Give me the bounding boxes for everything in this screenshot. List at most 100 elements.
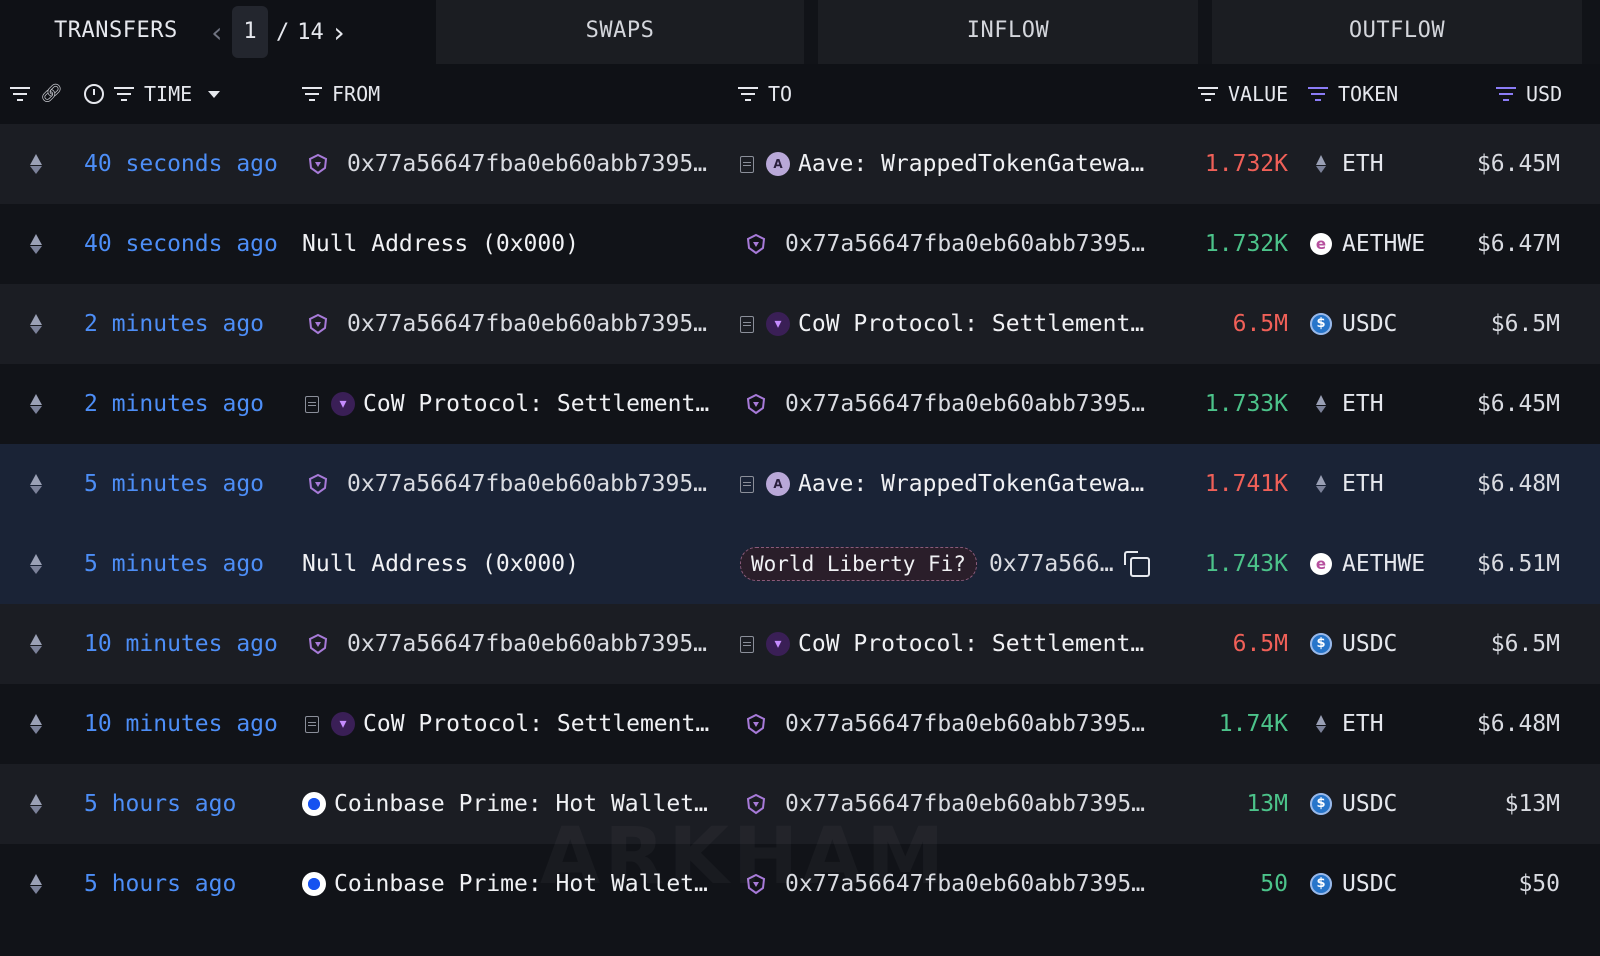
table-row[interactable]: 10 minutes ago 0x77a56647fba0eb60abb7395… <box>0 604 1600 684</box>
from-address[interactable]: 0x77a56647fba0eb60abb7395… <box>307 284 717 364</box>
to-address[interactable]: World Liberty Fi? 0x77a566… <box>740 524 1160 604</box>
table-row[interactable]: 5 minutes ago Null Address (0x000) World… <box>0 524 1600 604</box>
address-avatar-icon <box>745 793 767 815</box>
usdc-token-icon: $ <box>1310 793 1332 815</box>
table-row[interactable]: 10 minutes ago ▾ CoW Protocol: Settlemen… <box>0 684 1600 764</box>
tab-bar: TRANSFERS ‹ 1 / 14 › SWAPS INFLOW OUTFLO… <box>0 0 1600 64</box>
prev-page-icon[interactable]: ‹ <box>202 16 232 49</box>
from-entity[interactable]: ▾ CoW Protocol: Settlement… <box>305 364 715 444</box>
from-filter-icon[interactable] <box>302 87 322 101</box>
table-row[interactable]: 40 seconds ago Null Address (0x000) 0x77… <box>0 204 1600 284</box>
token-cell[interactable]: e AETHWE <box>1310 524 1430 604</box>
eth-token-icon <box>1310 393 1332 415</box>
table-row[interactable]: 2 minutes ago ▾ CoW Protocol: Settlement… <box>0 364 1600 444</box>
usd-column-header[interactable]: USD <box>1526 64 1562 124</box>
usd-filter-icon[interactable] <box>1496 87 1516 101</box>
from-address[interactable]: 0x77a56647fba0eb60abb7395… <box>307 124 717 204</box>
to-address[interactable]: 0x77a56647fba0eb60abb7395… <box>745 684 1155 764</box>
next-page-icon[interactable]: › <box>324 16 354 49</box>
eth-token-icon <box>1310 713 1332 735</box>
eth-token-icon <box>1310 153 1332 175</box>
value-filter-icon[interactable] <box>1198 87 1218 101</box>
link-icon[interactable]: 🔗︎ <box>40 64 63 124</box>
from-entity[interactable]: ▾ CoW Protocol: Settlement… <box>305 684 715 764</box>
table-row[interactable]: 40 seconds ago 0x77a56647fba0eb60abb7395… <box>0 124 1600 204</box>
to-address[interactable]: 0x77a56647fba0eb60abb7395… <box>745 204 1155 284</box>
sort-caret-icon[interactable] <box>208 90 221 98</box>
usd-cell: $6.45M <box>1476 391 1560 417</box>
to-address[interactable]: 0x77a56647fba0eb60abb7395… <box>745 844 1155 924</box>
value-cell: 13M <box>1246 791 1288 817</box>
token-cell[interactable]: ETH <box>1310 124 1430 204</box>
contract-doc-icon <box>740 475 754 493</box>
entity-tag-pill[interactable]: World Liberty Fi? <box>740 547 977 581</box>
tab-transfers-label: TRANSFERS <box>54 18 178 43</box>
time-link[interactable]: 2 minutes ago <box>84 364 284 444</box>
token-symbol: USDC <box>1342 311 1398 337</box>
table-row[interactable]: 5 minutes ago 0x77a56647fba0eb60abb7395…… <box>0 444 1600 524</box>
to-entity[interactable]: A Aave: WrappedTokenGatewa… <box>740 124 1150 204</box>
ethereum-chain-icon <box>30 234 42 254</box>
clock-icon[interactable] <box>84 84 104 104</box>
cow-protocol-logo-icon: ▾ <box>766 312 790 336</box>
to-entity[interactable]: ▾ CoW Protocol: Settlement… <box>740 284 1150 364</box>
from-column-header: FROM <box>332 82 381 106</box>
token-cell[interactable]: $ USDC <box>1310 284 1430 364</box>
to-entity-text: Aave: WrappedTokenGatewa… <box>798 151 1145 177</box>
time-link[interactable]: 5 hours ago <box>84 844 284 924</box>
token-cell[interactable]: ETH <box>1310 444 1430 524</box>
from-entity[interactable]: Coinbase Prime: Hot Wallet… <box>302 844 712 924</box>
from-entity[interactable]: Coinbase Prime: Hot Wallet… <box>302 764 712 844</box>
ethereum-chain-icon <box>30 314 42 334</box>
usd-cell: $6.45M <box>1476 151 1560 177</box>
token-cell[interactable]: ETH <box>1310 364 1430 444</box>
table-row[interactable]: 2 minutes ago 0x77a56647fba0eb60abb7395…… <box>0 284 1600 364</box>
time-link[interactable]: 5 minutes ago <box>84 524 284 604</box>
time-link[interactable]: 5 hours ago <box>84 764 284 844</box>
token-symbol: ETH <box>1342 151 1384 177</box>
time-link[interactable]: 10 minutes ago <box>84 604 284 684</box>
time-column-header[interactable]: TIME <box>144 64 192 124</box>
to-entity[interactable]: A Aave: WrappedTokenGatewa… <box>740 444 1150 524</box>
token-cell[interactable]: e AETHWE <box>1310 204 1430 284</box>
token-cell[interactable]: $ USDC <box>1310 764 1430 844</box>
copy-icon[interactable] <box>1123 551 1150 577</box>
from-entity[interactable]: Null Address (0x000) <box>302 204 712 284</box>
from-entity[interactable]: Null Address (0x000) <box>302 524 712 604</box>
to-entity-text: CoW Protocol: Settlement… <box>798 311 1145 337</box>
token-cell[interactable]: $ USDC <box>1310 604 1430 684</box>
from-address-text: 0x77a56647fba0eb60abb7395… <box>347 631 708 657</box>
from-address[interactable]: 0x77a56647fba0eb60abb7395… <box>307 604 717 684</box>
value-column-header[interactable]: VALUE <box>1228 64 1288 124</box>
to-entity-text: CoW Protocol: Settlement… <box>798 631 1145 657</box>
contract-doc-icon <box>740 635 754 653</box>
time-filter-icon[interactable] <box>114 87 134 101</box>
token-filter-icon[interactable] <box>1308 87 1328 101</box>
ethereum-chain-icon <box>30 794 42 814</box>
to-address[interactable]: 0x77a56647fba0eb60abb7395… <box>745 764 1155 844</box>
from-address[interactable]: 0x77a56647fba0eb60abb7395… <box>307 444 717 524</box>
time-link[interactable]: 5 minutes ago <box>84 444 284 524</box>
time-link[interactable]: 40 seconds ago <box>84 204 284 284</box>
table-row[interactable]: 5 hours ago Coinbase Prime: Hot Wallet… … <box>0 764 1600 844</box>
current-page[interactable]: 1 <box>232 6 268 58</box>
value-cell: 1.741K <box>1204 471 1288 497</box>
to-address-text: 0x77a566… <box>988 551 1114 577</box>
tab-inflow[interactable]: INFLOW <box>818 0 1198 64</box>
table-row[interactable]: 5 hours ago Coinbase Prime: Hot Wallet… … <box>0 844 1600 924</box>
token-cell[interactable]: $ USDC <box>1310 844 1430 924</box>
tab-outflow[interactable]: OUTFLOW <box>1212 0 1582 64</box>
time-link[interactable]: 40 seconds ago <box>84 124 284 204</box>
to-entity[interactable]: ▾ CoW Protocol: Settlement… <box>740 604 1150 684</box>
token-cell[interactable]: ETH <box>1310 684 1430 764</box>
coinbase-logo-icon <box>302 872 326 896</box>
to-filter-icon[interactable] <box>738 87 758 101</box>
token-symbol: AETHWE <box>1342 551 1426 577</box>
filter-icon[interactable] <box>10 87 30 101</box>
to-address[interactable]: 0x77a56647fba0eb60abb7395… <box>745 364 1155 444</box>
tab-swaps[interactable]: SWAPS <box>436 0 804 64</box>
time-link[interactable]: 10 minutes ago <box>84 684 284 764</box>
usd-cell: $13M <box>1504 791 1560 817</box>
time-link[interactable]: 2 minutes ago <box>84 284 284 364</box>
usd-cell: $50 <box>1518 871 1560 897</box>
